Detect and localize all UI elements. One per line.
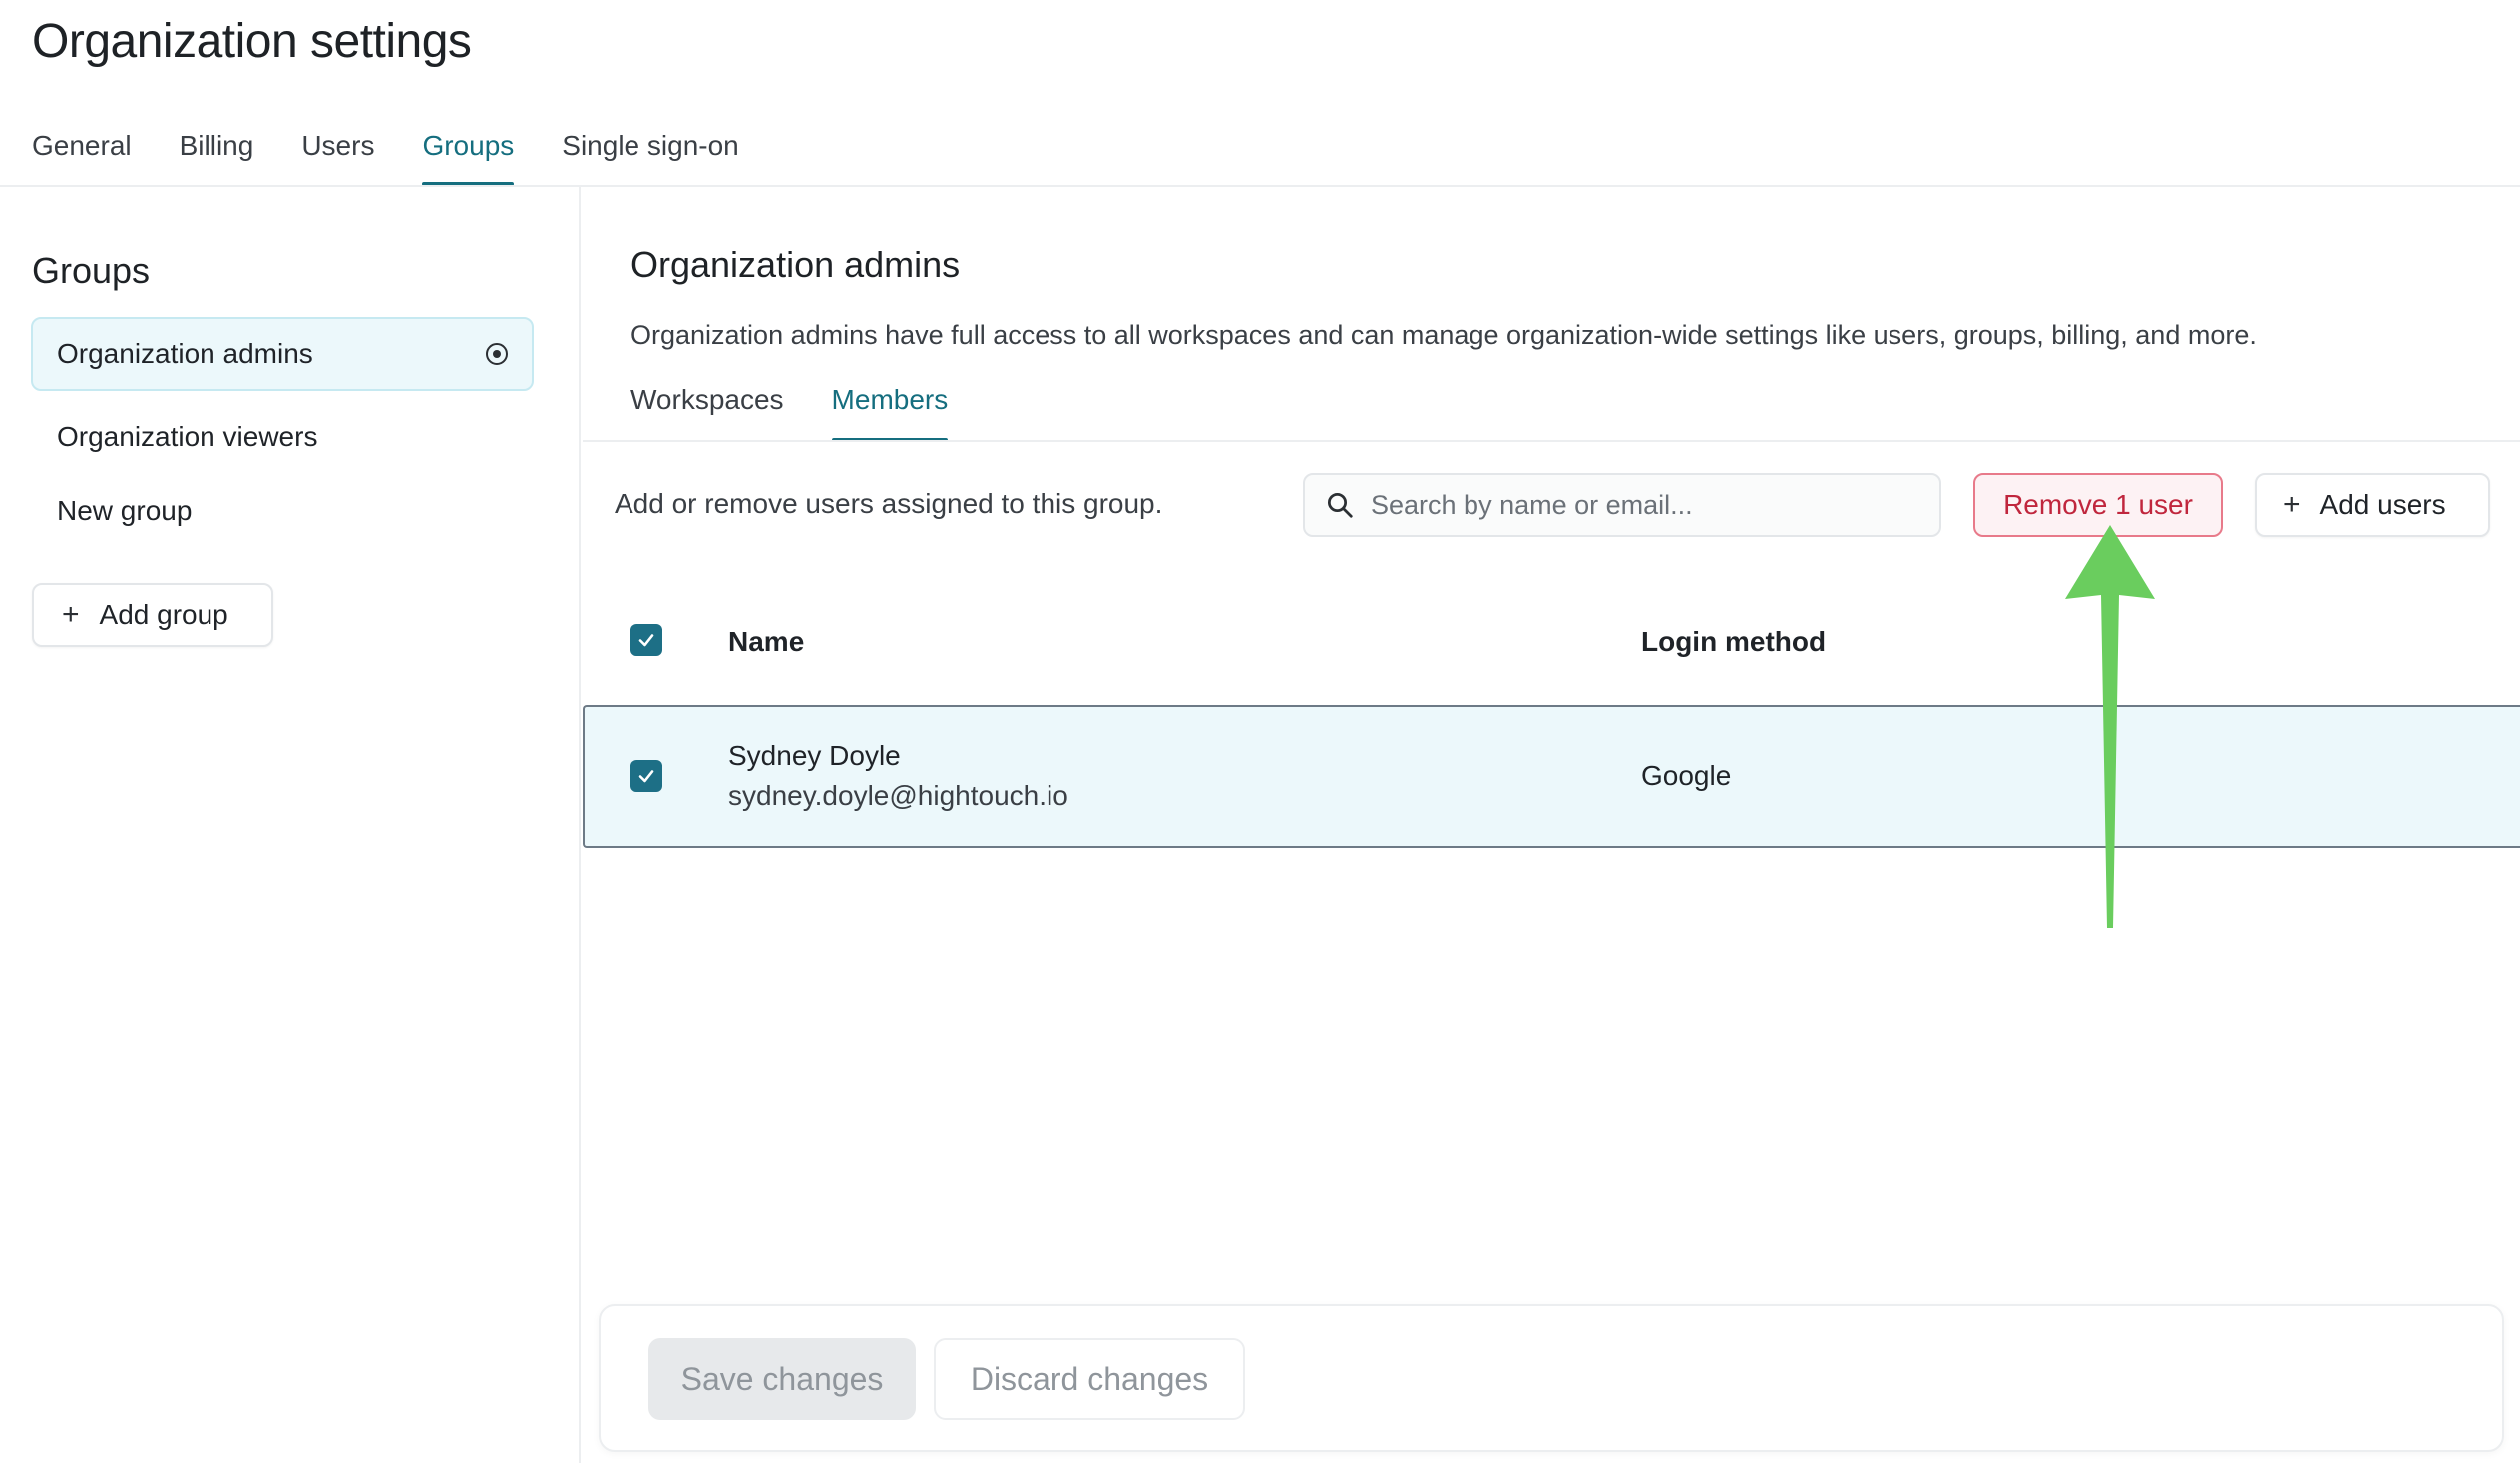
sidebar-item-label: Organization admins: [57, 338, 313, 369]
member-login-method: Google: [1641, 760, 1732, 791]
search-field[interactable]: [1303, 473, 1941, 537]
check-icon: [638, 770, 654, 783]
check-icon: [638, 634, 654, 647]
sidebar-item-label: Organization viewers: [57, 421, 318, 452]
add-users-button[interactable]: + Add users: [2255, 473, 2490, 537]
tab-billing[interactable]: Billing: [180, 126, 254, 186]
group-title: Organization admins: [630, 244, 961, 285]
column-header-login-method[interactable]: Login method: [1641, 626, 1826, 658]
select-all-checkbox[interactable]: [630, 624, 662, 656]
page-title: Organization settings: [32, 15, 472, 68]
remove-users-button[interactable]: Remove 1 user: [1973, 473, 2223, 537]
add-group-button[interactable]: + Add group: [32, 583, 273, 647]
tab-groups[interactable]: Groups: [422, 126, 514, 186]
search-input[interactable]: [1371, 489, 1929, 521]
radio-selected-icon: [486, 343, 508, 365]
sidebar-item-new-group[interactable]: New group: [31, 474, 534, 548]
discard-changes-button[interactable]: Discard changes: [934, 1338, 1245, 1420]
row-checkbox[interactable]: [630, 760, 662, 792]
add-users-label: Add users: [2319, 489, 2446, 520]
tab-general[interactable]: General: [32, 126, 132, 186]
tab-single-sign-on[interactable]: Single sign-on: [562, 126, 738, 186]
save-changes-button[interactable]: Save changes: [648, 1338, 916, 1420]
column-header-name[interactable]: Name: [728, 626, 804, 658]
table-header: Name Login method: [583, 600, 2520, 680]
member-name: Sydney Doyle: [728, 740, 901, 771]
sidebar-item-label: New group: [57, 495, 193, 526]
groups-sidebar: Groups Organization admins Organization …: [0, 187, 581, 1463]
tab-members[interactable]: Members: [831, 384, 948, 442]
tab-users[interactable]: Users: [301, 126, 374, 186]
sidebar-item-organization-viewers[interactable]: Organization viewers: [31, 400, 534, 474]
add-group-label: Add group: [99, 599, 228, 630]
member-email: sydney.doyle@hightouch.io: [728, 780, 1068, 811]
group-tabs: Workspaces Members: [630, 384, 996, 442]
sidebar-item-organization-admins[interactable]: Organization admins: [31, 317, 534, 391]
tabs-divider: [583, 440, 2520, 442]
group-description: Organization admins have full access to …: [630, 320, 2257, 350]
table-row[interactable]: Sydney Doyle sydney.doyle@hightouch.io G…: [583, 705, 2520, 848]
sidebar-title: Groups: [32, 250, 151, 291]
plus-icon: +: [62, 598, 80, 631]
plus-icon: +: [2283, 488, 2301, 521]
settings-tabs: General Billing Users Groups Single sign…: [32, 126, 787, 186]
unsaved-changes-bar: Save changes Discard changes: [599, 1304, 2504, 1452]
members-hint: Add or remove users assigned to this gro…: [615, 488, 1163, 519]
search-icon: [1328, 493, 1353, 518]
tab-workspaces[interactable]: Workspaces: [630, 384, 784, 442]
group-detail-panel: Organization admins Organization admins …: [583, 187, 2520, 1463]
